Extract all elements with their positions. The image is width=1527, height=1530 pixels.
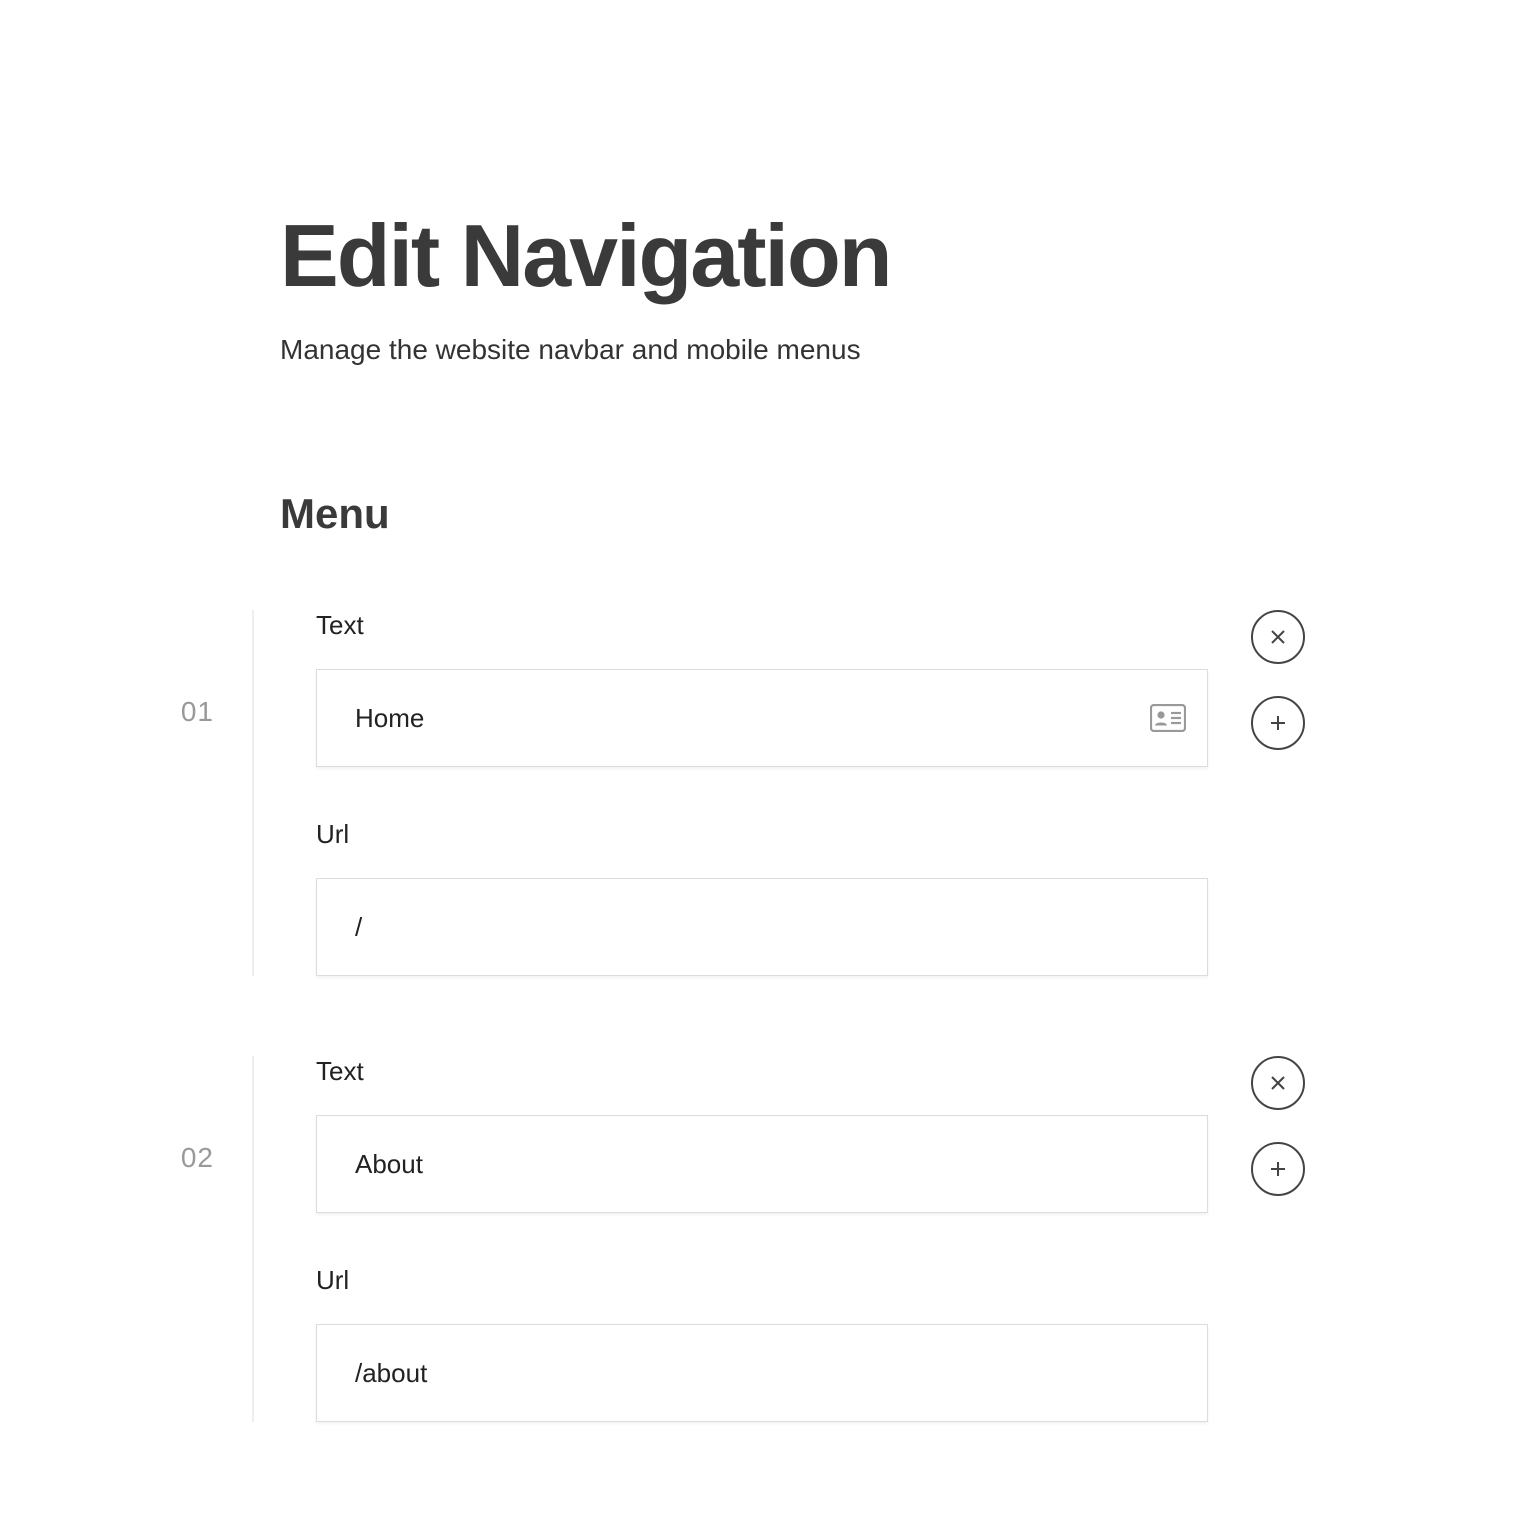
row-fields: Text Url — [316, 1056, 1208, 1422]
add-item-button[interactable] — [1251, 1142, 1305, 1196]
plus-icon — [1268, 1159, 1288, 1179]
address-card-icon[interactable] — [1150, 704, 1186, 732]
close-icon — [1269, 1074, 1287, 1092]
menu-item-row: 02 Text Url — [152, 1056, 1527, 1422]
url-field-label: Url — [316, 1265, 1208, 1296]
page-subtitle: Manage the website navbar and mobile men… — [280, 334, 1527, 366]
remove-item-button[interactable] — [1251, 1056, 1305, 1110]
url-input[interactable] — [316, 1324, 1208, 1422]
menu-item-row: 01 Text — [152, 610, 1527, 976]
url-input[interactable] — [316, 878, 1208, 976]
url-field-label: Url — [316, 819, 1208, 850]
row-index: 02 — [152, 1056, 214, 1174]
close-icon — [1269, 628, 1287, 646]
page-title: Edit Navigation — [280, 210, 1527, 302]
text-input[interactable] — [316, 669, 1208, 767]
row-fields: Text — [316, 610, 1208, 976]
add-item-button[interactable] — [1251, 696, 1305, 750]
text-input[interactable] — [316, 1115, 1208, 1213]
text-field-label: Text — [316, 1056, 1208, 1087]
section-title-menu: Menu — [280, 490, 1527, 538]
text-field-label: Text — [316, 610, 1208, 641]
row-divider — [252, 610, 254, 976]
row-index: 01 — [152, 610, 214, 728]
row-divider — [252, 1056, 254, 1422]
remove-item-button[interactable] — [1251, 610, 1305, 664]
plus-icon — [1268, 713, 1288, 733]
